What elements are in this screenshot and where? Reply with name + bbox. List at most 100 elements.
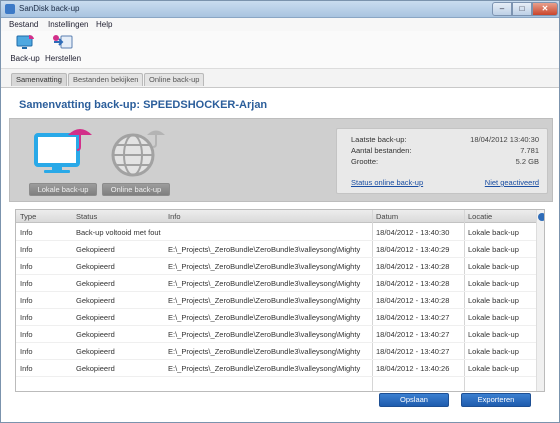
row-type: Info: [20, 228, 33, 237]
backup-icon: [16, 35, 34, 49]
close-button[interactable]: ✕: [532, 2, 558, 16]
row-info: E:\_Projects\_ZeroBundle\ZeroBundle3\val…: [168, 364, 361, 373]
online-globe-icon: [111, 130, 165, 177]
row-date: 18/04/2012 - 13:40:27: [376, 330, 450, 339]
row-location: Lokale back-up: [468, 262, 519, 271]
row-type: Info: [20, 313, 33, 322]
row-info: E:\_Projects\_ZeroBundle\ZeroBundle3\val…: [168, 296, 361, 305]
row-status: Gekopieerd: [76, 296, 115, 305]
table-row[interactable]: Info Gekopieerd E:\_Projects\_ZeroBundle\Z…: [16, 360, 536, 377]
row-type: Info: [20, 245, 33, 254]
window-title: SanDisk back-up: [19, 4, 80, 13]
size-label: Grootte:: [351, 157, 379, 166]
row-date: 18/04/2012 - 13:40:28: [376, 262, 450, 271]
table-row[interactable]: Info Gekopieerd E:\_Projects\_ZeroBundle\Z…: [16, 309, 536, 326]
toolbar: Back-up Herstellen: [1, 31, 559, 69]
backup-info-box: Laatste back-up: 18/04/2012 13:40:30 Aan…: [336, 128, 548, 194]
column-info[interactable]: Info: [168, 212, 181, 221]
table-row[interactable]: Info Gekopieerd E:\_Projects\_ZeroBundle\Z…: [16, 275, 536, 292]
table-row[interactable]: Info Back-up voltooid met fout 18/04/2012 …: [16, 224, 536, 241]
row-info: E:\_Projects\_ZeroBundle\ZeroBundle3\val…: [168, 245, 361, 254]
save-button[interactable]: Opslaan: [379, 393, 449, 407]
menu-bar: Bestand Instellingen Help: [1, 18, 559, 31]
column-status[interactable]: Status: [76, 212, 97, 221]
tab-online-backup[interactable]: Online back-up: [144, 73, 205, 86]
row-type: Info: [20, 296, 33, 305]
summary-box: Lokale back-up Online back-up Laatste ba…: [9, 118, 553, 202]
row-status: Gekopieerd: [76, 245, 115, 254]
row-date: 18/04/2012 - 13:40:28: [376, 296, 450, 305]
backup-button[interactable]: Back-up: [10, 34, 40, 68]
row-location: Lokale back-up: [468, 364, 519, 373]
row-date: 18/04/2012 - 13:40:28: [376, 279, 450, 288]
row-status: Gekopieerd: [76, 313, 115, 322]
row-location: Lokale back-up: [468, 313, 519, 322]
row-info: E:\_Projects\_ZeroBundle\ZeroBundle3\val…: [168, 279, 361, 288]
table-row[interactable]: Info Gekopieerd E:\_Projects\_ZeroBundle\Z…: [16, 343, 536, 360]
row-status: Gekopieerd: [76, 364, 115, 373]
scroll-thumb[interactable]: [538, 213, 544, 221]
row-type: Info: [20, 279, 33, 288]
tab-bar: Samenvatting Bestanden bekijken Online b…: [1, 69, 559, 87]
row-status: Gekopieerd: [76, 262, 115, 271]
row-info: E:\_Projects\_ZeroBundle\ZeroBundle3\val…: [168, 330, 361, 339]
last-backup-label: Laatste back-up:: [351, 135, 407, 144]
row-type: Info: [20, 262, 33, 271]
table-row[interactable]: Info Gekopieerd E:\_Projects\_ZeroBundle\Z…: [16, 326, 536, 343]
row-date: 18/04/2012 - 13:40:29: [376, 245, 450, 254]
size-value: 5.2 GB: [515, 157, 539, 166]
minimize-button[interactable]: –: [492, 2, 512, 16]
local-computer-icon: [34, 129, 92, 173]
file-count-label: Aantal bestanden:: [351, 146, 412, 155]
row-info: E:\_Projects\_ZeroBundle\ZeroBundle3\val…: [168, 262, 361, 271]
row-status: Gekopieerd: [76, 279, 115, 288]
column-location[interactable]: Locatie: [468, 212, 492, 221]
app-icon: [5, 4, 15, 14]
tab-summary[interactable]: Samenvatting: [11, 73, 67, 86]
menu-help[interactable]: Help: [96, 20, 112, 29]
row-type: Info: [20, 364, 33, 373]
file-count-value: 7.781: [520, 146, 539, 155]
row-type: Info: [20, 330, 33, 339]
row-status: Gekopieerd: [76, 330, 115, 339]
online-status-link[interactable]: Status online back-up: [351, 178, 423, 187]
row-status: Gekopieerd: [76, 347, 115, 356]
vertical-scrollbar[interactable]: [536, 210, 544, 391]
row-type: Info: [20, 347, 33, 356]
backup-label: Back-up: [10, 54, 40, 63]
log-table-header: Type Status Info Datum Locatie: [16, 210, 544, 223]
row-date: 18/04/2012 - 13:40:30: [376, 228, 450, 237]
row-info: E:\_Projects\_ZeroBundle\ZeroBundle3\val…: [168, 347, 361, 356]
tab-view-files[interactable]: Bestanden bekijken: [68, 73, 144, 86]
row-location: Lokale back-up: [468, 279, 519, 288]
row-info: E:\_Projects\_ZeroBundle\ZeroBundle3\val…: [168, 313, 361, 322]
not-registered-link[interactable]: Niet geactiveerd: [485, 178, 539, 187]
column-date[interactable]: Datum: [376, 212, 398, 221]
row-status: Back-up voltooid met fout: [76, 228, 161, 237]
app-window: SanDisk back-up – □ ✕ Bestand Instelling…: [0, 0, 560, 423]
row-location: Lokale back-up: [468, 347, 519, 356]
row-location: Lokale back-up: [468, 330, 519, 339]
row-date: 18/04/2012 - 13:40:27: [376, 347, 450, 356]
title-bar: SanDisk back-up – □ ✕: [1, 1, 559, 18]
restore-button[interactable]: Herstellen: [45, 34, 81, 68]
restore-label: Herstellen: [45, 54, 82, 63]
last-backup-value: 18/04/2012 13:40:30: [470, 135, 539, 144]
log-table: Type Status Info Datum Locatie Info Back-…: [15, 209, 545, 392]
table-row[interactable]: Info Gekopieerd E:\_Projects\_ZeroBundle\Z…: [16, 292, 536, 309]
online-backup-button[interactable]: Online back-up: [102, 183, 170, 196]
column-type[interactable]: Type: [20, 212, 36, 221]
row-date: 18/04/2012 - 13:40:26: [376, 364, 450, 373]
maximize-button[interactable]: □: [512, 2, 532, 16]
row-location: Lokale back-up: [468, 245, 519, 254]
row-location: Lokale back-up: [468, 296, 519, 305]
local-backup-button[interactable]: Lokale back-up: [29, 183, 97, 196]
summary-panel: Samenvatting back-up: SPEEDSHOCKER-Arjan…: [1, 87, 559, 422]
menu-settings[interactable]: Instellingen: [48, 20, 88, 29]
menu-file[interactable]: Bestand: [9, 20, 38, 29]
table-row[interactable]: Info Gekopieerd E:\_Projects\_ZeroBundle\Z…: [16, 258, 536, 275]
row-location: Lokale back-up: [468, 228, 519, 237]
table-row[interactable]: Info Gekopieerd E:\_Projects\_ZeroBundle\Z…: [16, 241, 536, 258]
row-date: 18/04/2012 - 13:40:27: [376, 313, 450, 322]
export-button[interactable]: Exporteren: [461, 393, 531, 407]
